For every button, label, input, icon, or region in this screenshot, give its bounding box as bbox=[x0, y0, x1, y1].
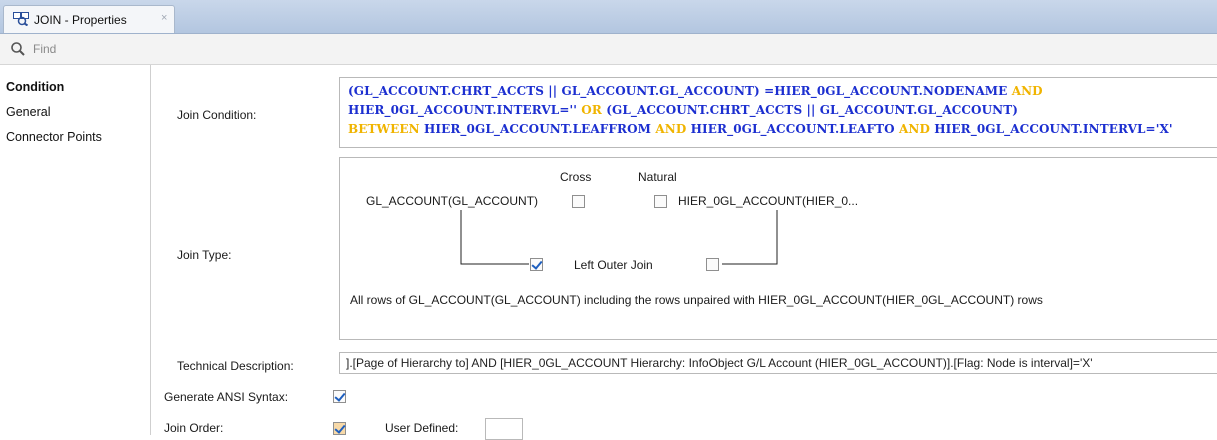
editor-tab-bar: JOIN - Properties × bbox=[0, 0, 1217, 34]
cond-text: HIER_0GL_ACCOUNT.LEAFFROM bbox=[419, 122, 656, 136]
outer-join-label: Left Outer Join bbox=[574, 258, 653, 272]
find-bar: Find bbox=[0, 34, 1217, 65]
cond-text: HIER_0GL_ACCOUNT.LEAFTO bbox=[686, 122, 899, 136]
generate-ansi-checkbox[interactable] bbox=[333, 390, 346, 403]
tab-title: JOIN - Properties bbox=[34, 13, 127, 27]
cross-label: Cross bbox=[560, 170, 592, 184]
cond-keyword: AND bbox=[655, 122, 687, 136]
condition-panel: Join Condition: (GL_ACCOUNT.CHRT_ACCTS |… bbox=[151, 65, 1217, 440]
right-outer-join-checkbox[interactable] bbox=[706, 258, 719, 271]
join-condition-editor[interactable]: (GL_ACCOUNT.CHRT_ACCTS || GL_ACCOUNT.GL_… bbox=[339, 77, 1217, 148]
natural-join-checkbox[interactable] bbox=[654, 195, 667, 208]
cross-join-checkbox[interactable] bbox=[572, 195, 585, 208]
join-connector-lines bbox=[460, 210, 778, 265]
left-table-name: GL_ACCOUNT(GL_ACCOUNT) bbox=[366, 194, 539, 208]
cond-keyword: OR bbox=[581, 103, 602, 117]
technical-description-field[interactable]: ].[Page of Hierarchy to] AND [HIER_0GL_A… bbox=[339, 352, 1217, 374]
cond-text: (GL_ACCOUNT.CHRT_ACCTS || GL_ACCOUNT.GL_… bbox=[348, 84, 1012, 98]
join-condition-line-3: BETWEEN HIER_0GL_ACCOUNT.LEAFFROM AND HI… bbox=[348, 122, 1217, 141]
join-type-label: Join Type: bbox=[177, 248, 232, 262]
natural-label: Natural bbox=[638, 170, 677, 184]
find-input[interactable]: Find bbox=[33, 42, 56, 56]
properties-nav: Condition General Connector Points bbox=[0, 65, 151, 435]
join-condition-label: Join Condition: bbox=[177, 108, 257, 122]
nav-item-connector-points[interactable]: Connector Points bbox=[6, 130, 102, 144]
right-table-name: HIER_0GL_ACCOUNT(HIER_0... bbox=[678, 194, 859, 208]
join-type-panel: Cross Natural GL_ACCOUNT(GL_ACCOUNT) HIE… bbox=[339, 157, 1217, 340]
join-order-input[interactable] bbox=[485, 418, 523, 440]
search-icon bbox=[11, 42, 25, 56]
cond-keyword: AND bbox=[898, 122, 930, 136]
join-order-label: Join Order: bbox=[164, 421, 224, 435]
join-properties-icon bbox=[13, 12, 29, 26]
technical-description-label: Technical Description: bbox=[177, 359, 294, 373]
user-defined-checkbox[interactable] bbox=[333, 422, 346, 435]
join-type-description: All rows of GL_ACCOUNT(GL_ACCOUNT) inclu… bbox=[350, 293, 1043, 307]
join-condition-line-2: HIER_0GL_ACCOUNT.INTERVL='' OR (GL_ACCOU… bbox=[348, 103, 1217, 122]
cond-keyword: BETWEEN bbox=[348, 122, 420, 136]
cond-text: (GL_ACCOUNT.CHRT_ACCTS || GL_ACCOUNT.GL_… bbox=[601, 103, 1019, 117]
left-outer-join-checkbox[interactable] bbox=[530, 258, 543, 271]
tab-join-properties[interactable]: JOIN - Properties × bbox=[3, 5, 175, 33]
user-defined-label: User Defined: bbox=[385, 421, 459, 435]
join-condition-line-1: (GL_ACCOUNT.CHRT_ACCTS || GL_ACCOUNT.GL_… bbox=[348, 84, 1217, 103]
cond-text: HIER_0GL_ACCOUNT.INTERVL='' bbox=[348, 103, 582, 117]
nav-item-general[interactable]: General bbox=[6, 105, 50, 119]
cond-keyword: AND bbox=[1011, 84, 1043, 98]
nav-item-condition[interactable]: Condition bbox=[6, 80, 64, 94]
cond-text: HIER_0GL_ACCOUNT.INTERVL='X' bbox=[929, 122, 1173, 136]
generate-ansi-label: Generate ANSI Syntax: bbox=[164, 390, 289, 404]
tab-close-icon[interactable]: × bbox=[161, 12, 167, 24]
